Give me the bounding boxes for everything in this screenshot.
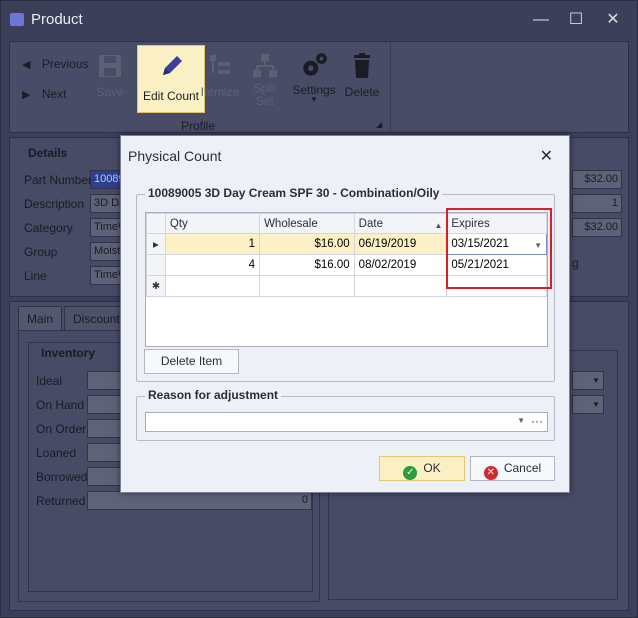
checkmark-icon: ✓	[403, 466, 418, 480]
maximize-button[interactable]: ☐	[561, 7, 591, 33]
itemize-button[interactable]: Itemize	[200, 52, 240, 99]
expires-highlight-box	[446, 208, 552, 289]
row-indicator-current: ▸	[146, 233, 166, 255]
save-button[interactable]: Save	[94, 52, 126, 99]
right-dropdown-2[interactable]: ▼	[572, 395, 604, 414]
qty-field[interactable]: 1	[572, 194, 622, 213]
delete-button[interactable]: Delete	[344, 52, 380, 99]
group-label: Group	[24, 245, 58, 259]
ribbon-group-label: Profile	[181, 119, 216, 133]
tab-main[interactable]: Main	[18, 306, 63, 330]
right-dropdown-1[interactable]: ▼	[572, 371, 604, 390]
price-field-2[interactable]: $32.00	[572, 218, 622, 237]
new-row-indicator: ✱	[146, 275, 166, 297]
qty-cell[interactable]: 4	[164, 254, 261, 276]
category-label: Category	[24, 221, 73, 235]
row-indicator	[146, 254, 166, 276]
reason-group: Reason for adjustment ▼ ···	[136, 388, 555, 441]
returned-field[interactable]: 0	[87, 491, 312, 510]
dialog-title: Physical Count	[128, 148, 222, 164]
borrowed-label: Borrowed	[36, 470, 88, 484]
description-label: Description	[24, 197, 85, 211]
gears-icon	[303, 53, 327, 76]
trash-icon	[354, 53, 370, 78]
ribbon: ◀ Previous ▶ Next Save Edit Count Itemiz…	[9, 41, 629, 133]
delete-item-button[interactable]: Delete Item	[144, 349, 239, 374]
price-field-1[interactable]: $32.00	[572, 170, 622, 189]
column-header-date[interactable]: Date ▲	[353, 213, 448, 234]
previous-button[interactable]: ◀ Previous	[22, 57, 89, 71]
new-date-cell[interactable]	[353, 275, 448, 297]
physical-count-dialog: Physical Count ✕ 10089005 3D Day Cream S…	[120, 135, 570, 493]
qty-cell[interactable]: 1	[164, 233, 261, 255]
chevron-down-icon[interactable]: ▼	[517, 416, 525, 425]
loaned-label: Loaned	[36, 446, 77, 460]
wholesale-cell[interactable]: $16.00	[259, 254, 355, 276]
reason-title: Reason for adjustment	[145, 388, 282, 402]
split-set-button[interactable]: Split Set	[248, 52, 282, 108]
group-expand-icon[interactable]: ◢	[376, 120, 382, 129]
edit-count-button[interactable]: Edit Count	[137, 45, 205, 113]
on-order-field[interactable]	[87, 419, 122, 438]
pencil-icon	[163, 56, 182, 75]
next-button[interactable]: ▶ Next	[22, 87, 67, 101]
returned-label: Returned	[36, 494, 86, 508]
cancel-button[interactable]: ✕ Cancel	[470, 456, 555, 481]
sort-ascending-icon: ▲	[434, 220, 443, 230]
grid-corner	[146, 213, 166, 234]
close-window-button[interactable]: ✕	[598, 7, 628, 33]
reason-input[interactable]: ▼ ···	[145, 412, 548, 432]
column-header-qty[interactable]: Qty	[164, 213, 261, 234]
chevron-down-icon: ▼	[592, 376, 600, 385]
app-icon	[10, 13, 24, 26]
product-group-title: 10089005 3D Day Cream SPF 30 - Combinati…	[145, 186, 443, 200]
save-icon	[99, 55, 121, 77]
cancel-icon: ✕	[483, 466, 498, 480]
wholesale-cell[interactable]: $16.00	[259, 233, 355, 255]
title-bar: Product — ☐ ✕	[1, 1, 638, 39]
dialog-close-button[interactable]: ✕	[540, 146, 553, 166]
arrow-right-icon: ▶	[22, 89, 31, 101]
loaned-field[interactable]	[87, 443, 122, 462]
split-icon	[253, 54, 277, 77]
inventory-header: Inventory	[38, 346, 99, 360]
date-cell[interactable]: 08/02/2019	[353, 254, 448, 276]
itemize-icon	[210, 55, 230, 74]
on-hand-label: On Hand	[36, 398, 85, 412]
ok-button[interactable]: ✓ OK	[379, 456, 465, 481]
new-qty-cell[interactable]	[164, 275, 261, 297]
chevron-down-icon: ▼	[592, 400, 600, 409]
ideal-field[interactable]	[87, 371, 122, 390]
arrow-left-icon: ◀	[22, 59, 31, 71]
settings-button[interactable]: Settings ▼	[292, 50, 336, 104]
ideal-label: Ideal	[36, 374, 63, 388]
details-header: Details	[28, 146, 68, 160]
borrowed-field[interactable]	[87, 467, 122, 486]
new-wholesale-cell[interactable]	[259, 275, 355, 297]
ellipsis-button[interactable]: ···	[531, 414, 543, 428]
column-header-wholesale[interactable]: Wholesale	[259, 213, 355, 234]
on-order-label: On Order	[36, 422, 87, 436]
window-title: Product	[31, 11, 83, 28]
partial-label: g	[572, 256, 579, 270]
date-cell[interactable]: 06/19/2019	[353, 233, 448, 255]
line-label: Line	[24, 269, 47, 283]
part-number-label: Part Number	[24, 173, 93, 187]
ribbon-separator	[390, 42, 391, 132]
on-hand-field[interactable]	[87, 395, 122, 414]
minimize-button[interactable]: —	[526, 7, 556, 33]
